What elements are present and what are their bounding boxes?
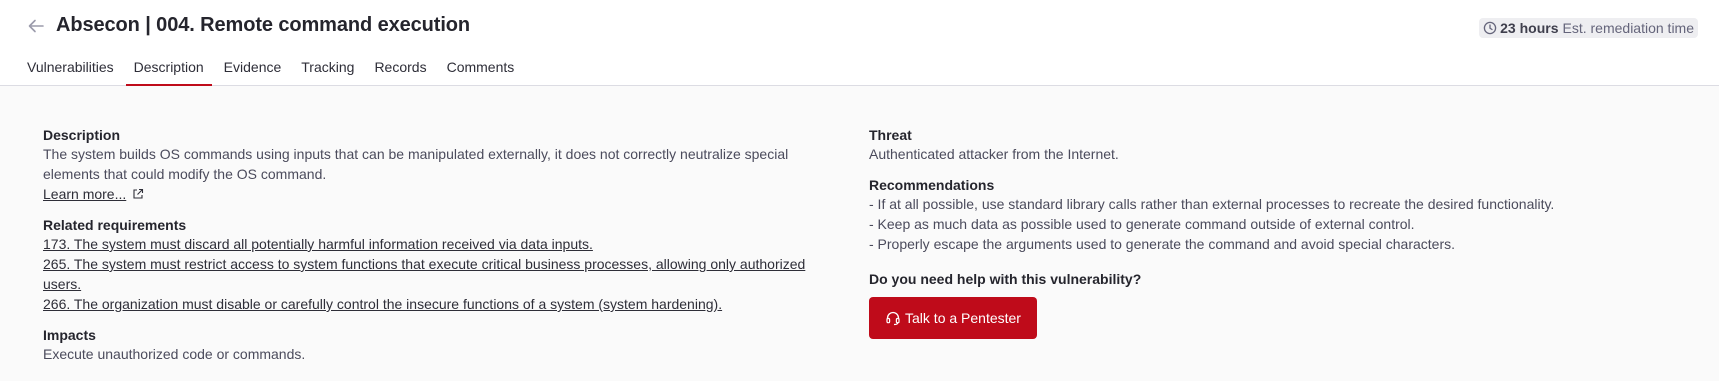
page-title: Absecon | 004. Remote command execution bbox=[56, 14, 471, 36]
learn-more-label: Learn more... bbox=[43, 186, 127, 202]
tab-comments[interactable]: Comments bbox=[447, 54, 515, 86]
recommendations-section: Recommendations - If at all possible, us… bbox=[869, 176, 1689, 254]
requirements-section: Related requirements 173. The system mus… bbox=[43, 216, 833, 314]
recommendations-heading: Recommendations bbox=[869, 177, 995, 193]
main-content: Description The system builds OS command… bbox=[0, 86, 1719, 381]
impacts-heading: Impacts bbox=[43, 327, 96, 343]
external-link-icon bbox=[133, 188, 144, 199]
tab-records[interactable]: Records bbox=[374, 54, 426, 86]
left-column: Description The system builds OS command… bbox=[43, 126, 833, 376]
back-button[interactable] bbox=[26, 16, 46, 36]
remediation-label: Est. remediation time bbox=[1562, 20, 1695, 36]
talk-to-pentester-button[interactable]: Talk to a Pentester bbox=[869, 297, 1037, 339]
requirement-link-266[interactable]: 266. The organization must disable or ca… bbox=[43, 294, 833, 314]
impacts-text: Execute unauthorized code or commands. bbox=[43, 346, 306, 362]
description-heading: Description bbox=[43, 127, 121, 143]
headset-icon bbox=[886, 311, 900, 326]
threat-section: Threat Authenticated attacker from the I… bbox=[869, 126, 1689, 164]
requirement-link-173[interactable]: 173. The system must discard all potenti… bbox=[43, 234, 833, 254]
tab-bar: Vulnerabilities Description Evidence Tra… bbox=[27, 54, 534, 86]
requirement-link-265[interactable]: 265. The system must restrict access to … bbox=[43, 254, 833, 294]
arrow-left-icon bbox=[28, 19, 44, 32]
recommendation-item: - Properly escape the arguments used to … bbox=[869, 236, 1455, 252]
impacts-section: Impacts Execute unauthorized code or com… bbox=[43, 326, 833, 364]
tab-evidence[interactable]: Evidence bbox=[224, 54, 282, 86]
recommendation-item: - Keep as much data as possible used to … bbox=[869, 216, 1415, 232]
tab-vulnerabilities[interactable]: Vulnerabilities bbox=[27, 54, 114, 86]
description-text: The system builds OS commands using inpu… bbox=[43, 146, 789, 182]
right-column: Threat Authenticated attacker from the I… bbox=[869, 126, 1689, 339]
clock-icon bbox=[1483, 21, 1497, 35]
talk-to-pentester-label: Talk to a Pentester bbox=[905, 310, 1021, 326]
recommendation-item: - If at all possible, use standard libra… bbox=[869, 196, 1555, 212]
tab-description[interactable]: Description bbox=[125, 54, 212, 86]
threat-text: Authenticated attacker from the Internet… bbox=[869, 146, 1119, 162]
title-row: Absecon | 004. Remote command execution bbox=[26, 14, 470, 37]
remediation-badge: 23 hours Est. remediation time bbox=[1479, 18, 1698, 38]
tab-tracking[interactable]: Tracking bbox=[301, 54, 354, 86]
remediation-value: 23 hours bbox=[1500, 20, 1559, 36]
requirements-heading: Related requirements bbox=[43, 217, 187, 233]
description-section: Description The system builds OS command… bbox=[43, 126, 833, 204]
page-header: Absecon | 004. Remote command execution … bbox=[0, 0, 1719, 86]
learn-more-link[interactable]: Learn more... bbox=[43, 184, 144, 204]
threat-heading: Threat bbox=[869, 127, 912, 143]
help-question: Do you need help with this vulnerability… bbox=[869, 271, 1142, 287]
